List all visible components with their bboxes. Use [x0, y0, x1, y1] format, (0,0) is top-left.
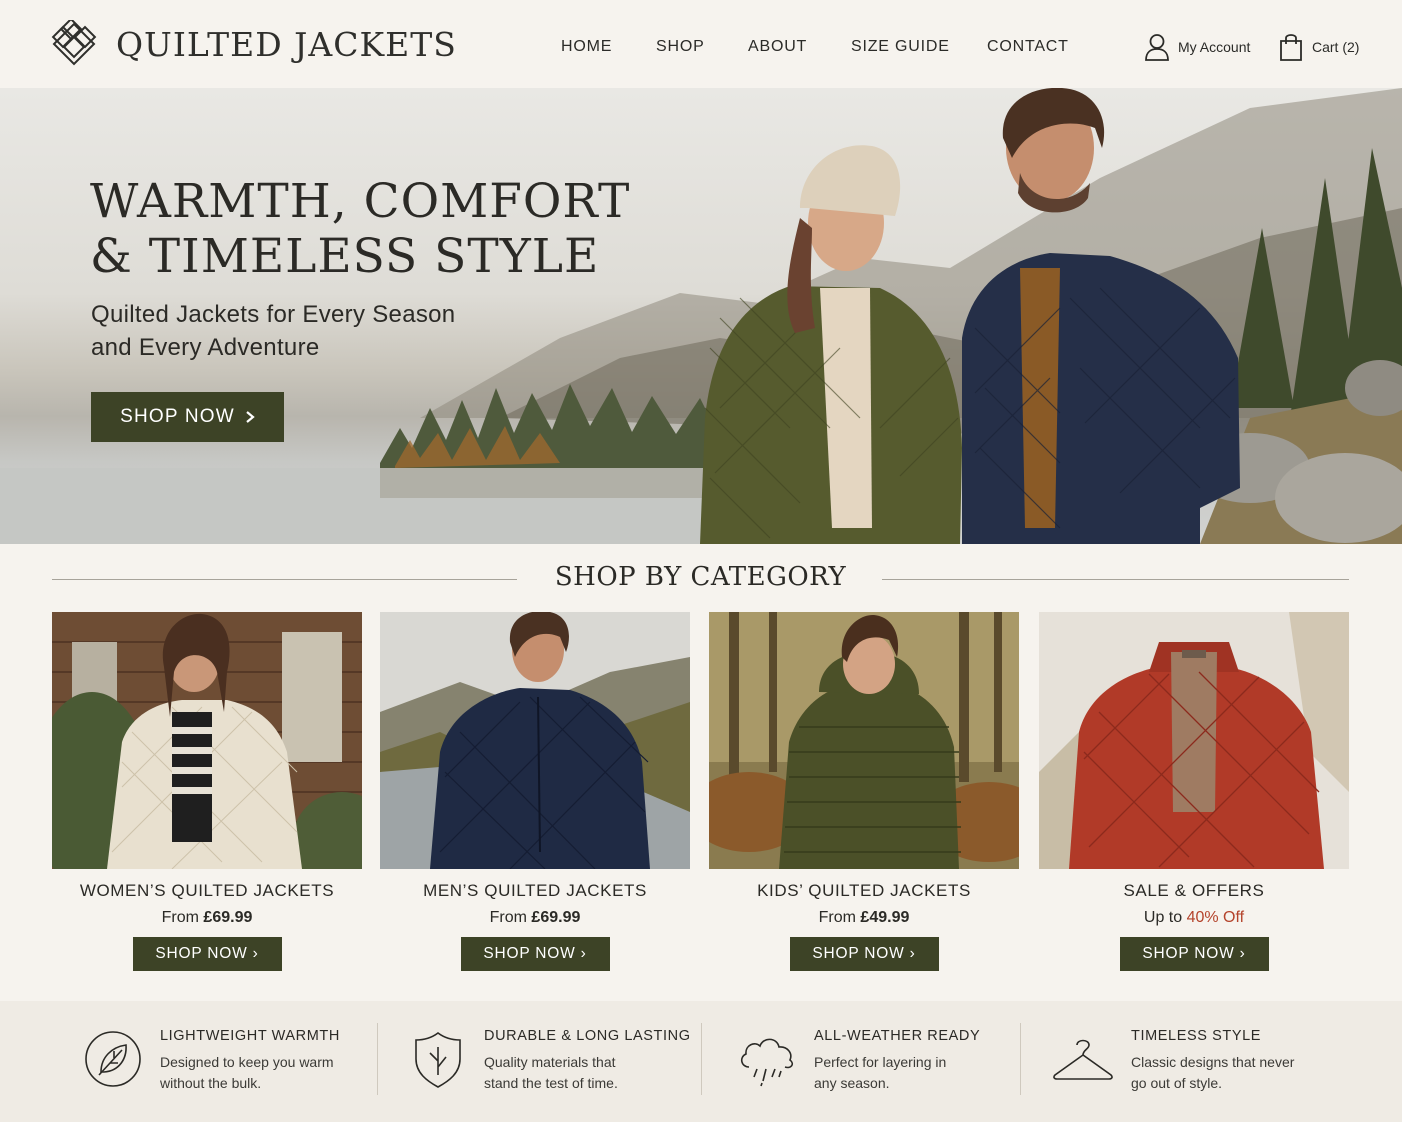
feature-title: TIMELESS STYLE: [1131, 1028, 1262, 1044]
hero-subtitle-line-1: Quilted Jackets for Every Season: [91, 301, 456, 328]
category-section-title: SHOP BY CATEGORY: [554, 562, 847, 592]
shield-icon: [415, 1032, 461, 1088]
shop-now-men-button[interactable]: SHOP NOW ›: [460, 937, 610, 971]
feature-desc-line-2: any season.: [814, 1075, 890, 1091]
shop-now-kids-button[interactable]: SHOP NOW ›: [789, 937, 939, 971]
price-value: £49.99: [860, 909, 910, 926]
shopping-bag-icon: [1280, 34, 1302, 61]
feature-title: ALL-WEATHER READY: [814, 1028, 981, 1044]
feature-divider: [377, 1023, 378, 1095]
category-image-men[interactable]: [380, 612, 690, 869]
price-value: £69.99: [203, 909, 253, 926]
sale-percentage: 40% Off: [1186, 909, 1245, 926]
price-prefix: From: [489, 909, 532, 926]
hero-title: WARMTH, COMFORT & TIMELESS STYLE: [90, 174, 630, 284]
chevron-right-icon: [246, 411, 255, 423]
nav-size-guide[interactable]: SIZE GUIDE: [851, 38, 950, 56]
my-account-link[interactable]: My Account: [1144, 33, 1250, 61]
feature-desc-line-2: without the bulk.: [160, 1075, 262, 1091]
category-card-sale: SALE & OFFERS Up to 40% Off SHOP NOW ›: [1039, 612, 1349, 971]
price-value: £69.99: [531, 909, 581, 926]
hero-subtitle: Quilted Jackets for Every Season and Eve…: [91, 298, 455, 364]
category-card-men: MEN’S QUILTED JACKETS From £69.99 SHOP N…: [380, 612, 690, 971]
category-image-women[interactable]: [52, 612, 362, 869]
feature-desc-line-1: Perfect for layering in: [814, 1054, 947, 1070]
feature-desc-line-2: stand the test of time.: [484, 1075, 618, 1091]
hero-banner: WARMTH, COMFORT & TIMELESS STYLE Quilted…: [0, 88, 1402, 544]
features-bar: LIGHTWEIGHT WARMTH Designed to keep you …: [0, 1001, 1402, 1122]
feature-desc-line-1: Designed to keep you warm: [160, 1054, 334, 1070]
price-prefix: From: [818, 909, 861, 926]
category-name-sale: SALE & OFFERS: [1123, 881, 1265, 900]
feature-divider: [1020, 1023, 1021, 1095]
feature-description: Classic designs that never go out of sty…: [1131, 1052, 1294, 1094]
category-price-women: From £69.99: [52, 909, 362, 927]
feature-desc-line-2: go out of style.: [1131, 1075, 1223, 1091]
cart-label: Cart (2): [1312, 39, 1360, 55]
price-prefix: Up to: [1143, 909, 1187, 926]
feature-divider: [701, 1023, 702, 1095]
category-price-men: From £69.99: [380, 909, 690, 927]
hero-subtitle-line-2: and Every Adventure: [91, 334, 320, 361]
category-image-kids[interactable]: [709, 612, 1019, 869]
category-price-kids: From £49.99: [709, 909, 1019, 927]
category-card-kids: KIDS’ QUILTED JACKETS From £49.99 SHOP N…: [709, 612, 1019, 971]
feature-title: DURABLE & LONG LASTING: [484, 1028, 691, 1044]
hanger-icon: [1053, 1039, 1113, 1080]
shop-now-women-button[interactable]: SHOP NOW ›: [132, 937, 282, 971]
category-section-header: SHOP BY CATEGORY: [52, 562, 1349, 598]
cart-link[interactable]: Cart (2): [1278, 32, 1359, 62]
my-account-label: My Account: [1178, 39, 1251, 55]
feature-desc-line-1: Quality materials that: [484, 1054, 616, 1070]
user-icon: [1145, 34, 1169, 61]
shop-now-sale-button[interactable]: SHOP NOW ›: [1119, 937, 1269, 971]
category-name-men: MEN’S QUILTED JACKETS: [423, 881, 647, 900]
category-price-sale: Up to 40% Off: [1039, 909, 1349, 927]
feature-description: Designed to keep you warm without the bu…: [160, 1052, 334, 1094]
category-name-women: WOMEN’S QUILTED JACKETS: [79, 881, 335, 900]
nav-about[interactable]: ABOUT: [748, 38, 807, 56]
brand-name: QUILTED JACKETS: [116, 24, 457, 64]
site-header: QUILTED JACKETS HOME SHOP ABOUT SIZE GUI…: [0, 0, 1402, 88]
category-name-kids: KIDS’ QUILTED JACKETS: [757, 881, 971, 900]
hero-shop-now-label: SHOP NOW: [120, 406, 235, 427]
feature-title: LIGHTWEIGHT WARMTH: [160, 1028, 340, 1044]
category-image-sale[interactable]: [1039, 612, 1349, 869]
nav-contact[interactable]: CONTACT: [987, 38, 1069, 56]
feature-desc-line-1: Classic designs that never: [1131, 1054, 1295, 1070]
hero-title-line-2: & TIMELESS STYLE: [90, 229, 600, 284]
hero-title-line-1: WARMTH, COMFORT: [90, 174, 631, 229]
hero-shop-now-button[interactable]: SHOP NOW: [91, 392, 284, 442]
brand-logo[interactable]: QUILTED JACKETS: [50, 20, 457, 68]
diamond-quilt-logo-icon: [51, 20, 97, 66]
price-prefix: From: [161, 909, 204, 926]
leaf-icon: [85, 1031, 141, 1087]
nav-shop[interactable]: SHOP: [656, 38, 705, 56]
nav-home[interactable]: HOME: [561, 38, 612, 56]
rain-cloud-icon: [740, 1038, 793, 1087]
feature-description: Perfect for layering in any season.: [814, 1052, 946, 1094]
divider-line-right: [882, 579, 1349, 580]
category-card-women: WOMEN’S QUILTED JACKETS From £69.99 SHOP…: [52, 612, 362, 971]
feature-description: Quality materials that stand the test of…: [484, 1052, 618, 1094]
